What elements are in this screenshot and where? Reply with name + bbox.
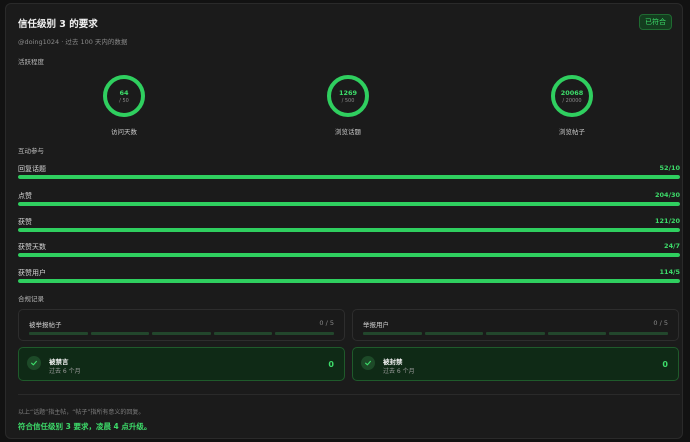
segment [547, 332, 607, 335]
progress-track [18, 279, 680, 283]
interaction-section-title: 互动参与 [18, 147, 44, 155]
progress-row-replies: 回复话题 52/10 [18, 164, 680, 179]
suspended-value: 0 [662, 360, 668, 369]
page-subtitle: @doing1024 · 过去 100 天内的数据 [18, 38, 128, 46]
suspended-card: 被封禁 过去 6 个月 0 [352, 347, 679, 381]
check-icon [27, 356, 41, 370]
ring-label: 访问天数 [111, 128, 137, 136]
segment [363, 332, 422, 335]
ring-label: 浏览话题 [335, 128, 361, 136]
suspended-subtitle: 过去 6 个月 [383, 368, 415, 375]
reported-posts-card: 被举报帖子 0 / 5 [18, 309, 345, 341]
progress-row-liked-days: 获赞天数 24/7 [18, 242, 680, 257]
silenced-card: 被禁言 过去 6 个月 0 [18, 347, 345, 381]
segment [29, 332, 88, 335]
ring-max: / 50 [119, 98, 129, 104]
segment [152, 332, 211, 335]
ring-max: / 500 [341, 98, 355, 104]
progress-label: 获赞 [18, 218, 32, 226]
progress-row-likes-given: 点赞 204/30 [18, 191, 680, 206]
progress-fill [18, 175, 680, 179]
progress-value: 24/7 [664, 242, 680, 250]
reported-posts-label: 被举报帖子 [29, 321, 62, 329]
segment [275, 332, 334, 335]
ring-value: 1269 [338, 89, 358, 97]
progress-fill [18, 228, 680, 232]
progress-label: 回复话题 [18, 165, 46, 173]
check-icon [361, 356, 375, 370]
progress-fill [18, 253, 680, 257]
segment [609, 332, 668, 335]
progress-fill [18, 279, 680, 283]
progress-label: 获赞用户 [18, 269, 46, 277]
ring-posts-read: 20068 / 20000 浏览帖子 [527, 74, 617, 136]
trust-level-panel: 信任级别 3 的要求 已符合 @doing1024 · 过去 100 天内的数据… [5, 3, 683, 439]
footnote: 以上“话题”指主帖，“帖子”指所有意义的回复。 [18, 409, 145, 416]
segment [213, 332, 273, 335]
reported-posts-count: 0 / 5 [319, 319, 334, 327]
progress-track [18, 253, 680, 257]
reporting-users-card: 举报用户 0 / 5 [352, 309, 679, 341]
progress-label: 获赞天数 [18, 243, 46, 251]
progress-row-liked-users: 获赞用户 114/5 [18, 268, 680, 283]
progress-value: 121/20 [655, 217, 680, 225]
segment [486, 332, 545, 335]
silenced-title: 被禁言 [49, 358, 69, 366]
silenced-subtitle: 过去 6 个月 [49, 368, 81, 375]
progress-label: 点赞 [18, 192, 32, 200]
ring-value: 20068 [560, 89, 584, 97]
ring-label: 浏览帖子 [559, 128, 585, 136]
progress-track [18, 202, 680, 206]
ring-topics-viewed: 1269 / 500 浏览话题 [303, 74, 393, 136]
reporting-users-count: 0 / 5 [653, 319, 668, 327]
ring-value: 64 [119, 89, 129, 97]
reporting-users-label: 举报用户 [363, 321, 389, 329]
suspended-title: 被封禁 [383, 358, 403, 366]
progress-row-likes-received: 获赞 121/20 [18, 217, 680, 232]
activity-section-title: 活跃程度 [18, 58, 44, 66]
progress-track [18, 228, 680, 232]
summary-text: 符合信任级别 3 要求，凌晨 4 点升级。 [18, 422, 152, 431]
segment [424, 332, 484, 335]
silenced-value: 0 [328, 360, 334, 369]
reported-posts-segments [29, 332, 334, 335]
ring-visit-days: 64 / 50 访问天数 [79, 74, 169, 136]
segment [90, 332, 150, 335]
progress-value: 114/5 [659, 268, 680, 276]
page-title: 信任级别 3 的要求 [18, 19, 98, 30]
reporting-users-segments [363, 332, 668, 335]
compliance-section-title: 合规记录 [18, 295, 44, 303]
footer-divider [18, 394, 680, 395]
progress-track [18, 175, 680, 179]
progress-value: 204/30 [655, 191, 680, 199]
progress-value: 52/10 [659, 164, 680, 172]
progress-fill [18, 202, 680, 206]
ring-max: / 20000 [562, 98, 582, 104]
status-badge: 已符合 [639, 14, 672, 30]
